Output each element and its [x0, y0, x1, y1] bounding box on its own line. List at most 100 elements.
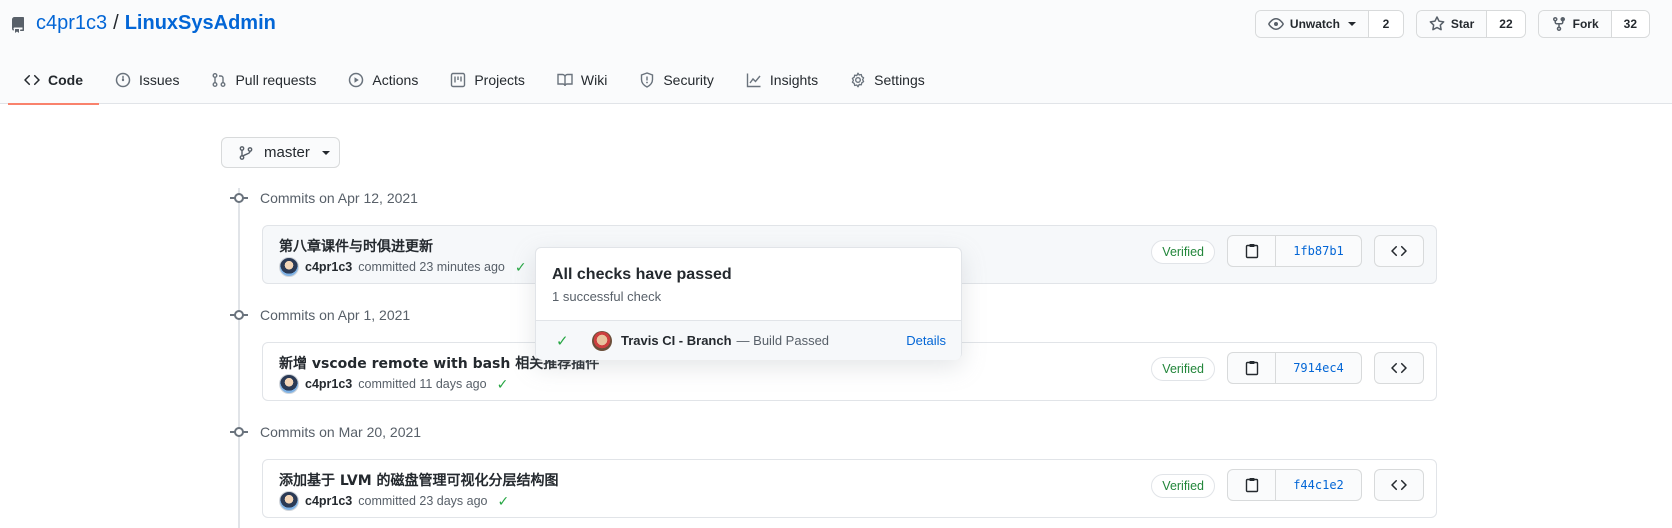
commit-row[interactable]: 添加基于 LVM 的磁盘管理可视化分层结构图 c4pr1c3 committed… [262, 459, 1437, 518]
branch-icon [239, 145, 253, 160]
pagehead-actions: Unwatch 2 Star 22 Fork 32 [1254, 10, 1650, 38]
graph-icon [746, 73, 761, 88]
repo-title: c4pr1c3 / LinuxSysAdmin [10, 12, 276, 35]
repo-header: c4pr1c3 / LinuxSysAdmin Unwatch 2 Star 2… [0, 0, 1672, 105]
commit-time: committed 11 days ago [358, 377, 487, 391]
commit-author-link[interactable]: c4pr1c3 [305, 377, 352, 391]
sha-group: f44c1e2 [1227, 469, 1362, 501]
check-name: Travis CI - Branch [621, 333, 732, 348]
check-status: — Build Passed [736, 333, 830, 348]
watch-count[interactable]: 2 [1368, 11, 1403, 37]
chevron-down-icon [321, 150, 330, 155]
commit-author-link[interactable]: c4pr1c3 [305, 494, 352, 508]
tab-projects[interactable]: Projects [434, 56, 541, 104]
commit-group-date: Commits on Apr 12, 2021 [260, 190, 418, 206]
fork-button[interactable]: Fork [1538, 11, 1612, 37]
fork-group: Fork 32 [1537, 10, 1650, 38]
star-button[interactable]: Star [1416, 11, 1488, 37]
commit-meta: c4pr1c3 committed 11 days ago ✓ [279, 374, 508, 394]
fork-label: Fork [1572, 17, 1599, 31]
tab-wiki[interactable]: Wiki [541, 56, 623, 104]
repo-separator: / [113, 12, 119, 34]
gear-icon [851, 72, 865, 88]
commit-icon [230, 190, 248, 206]
check-icon[interactable]: ✓ [497, 376, 509, 393]
copy-sha-button[interactable] [1228, 470, 1276, 500]
branch-select-button[interactable]: master [221, 137, 340, 168]
browse-repo-button[interactable] [1374, 235, 1424, 267]
watch-group: Unwatch 2 [1254, 10, 1404, 38]
tab-insights[interactable]: Insights [730, 56, 834, 104]
tab-issues[interactable]: Issues [99, 56, 195, 104]
copy-sha-button[interactable] [1228, 236, 1276, 266]
code-icon [1391, 479, 1407, 491]
browse-repo-button[interactable] [1374, 469, 1424, 501]
commit-group-date: Commits on Apr 1, 2021 [260, 307, 411, 323]
check-details-link[interactable]: Details [906, 333, 946, 348]
commit-sha-link[interactable]: f44c1e2 [1276, 470, 1361, 500]
check-icon[interactable]: ✓ [498, 493, 510, 510]
check-icon: ✓ [556, 332, 569, 350]
tab-issues-label: Issues [139, 72, 180, 88]
avatar[interactable] [279, 491, 299, 511]
star-icon [1429, 16, 1445, 31]
tab-settings[interactable]: Settings [834, 56, 941, 104]
shield-icon [641, 72, 654, 88]
tab-code[interactable]: Code [8, 56, 99, 105]
verified-badge[interactable]: Verified [1151, 474, 1215, 498]
commit-author-link[interactable]: c4pr1c3 [305, 260, 352, 274]
play-icon [349, 72, 364, 88]
tab-security-label: Security [663, 72, 714, 88]
tab-actions-label: Actions [372, 72, 419, 88]
star-count[interactable]: 22 [1487, 11, 1525, 37]
code-icon [1391, 245, 1407, 257]
tab-security[interactable]: Security [623, 56, 730, 104]
browse-repo-button[interactable] [1374, 352, 1424, 384]
check-icon[interactable]: ✓ [515, 259, 527, 276]
verified-badge[interactable]: Verified [1151, 357, 1215, 381]
commit-meta: c4pr1c3 committed 23 days ago ✓ [279, 491, 509, 511]
tab-pull-requests-label: Pull requests [235, 72, 317, 88]
commit-group-heading: Commits on Apr 12, 2021 [230, 190, 418, 206]
browse-wrap [1374, 460, 1424, 519]
issue-icon [115, 72, 131, 88]
tab-wiki-label: Wiki [580, 72, 608, 88]
tab-actions[interactable]: Actions [332, 56, 434, 104]
verified-badge[interactable]: Verified [1151, 240, 1215, 264]
commit-title-link[interactable]: 添加基于 LVM 的磁盘管理可视化分层结构图 [279, 470, 559, 490]
repo-name-link[interactable]: LinuxSysAdmin [125, 12, 276, 35]
avatar[interactable] [279, 257, 299, 277]
commit-icon [230, 424, 248, 440]
commit-time: committed 23 days ago [358, 494, 488, 508]
sha-group: 7914ec4 [1227, 352, 1362, 384]
tab-pull-requests[interactable]: Pull requests [195, 56, 332, 104]
avatar[interactable] [279, 374, 299, 394]
unwatch-label: Unwatch [1289, 17, 1340, 31]
commit-sha-link[interactable]: 7914ec4 [1276, 353, 1361, 383]
tab-settings-label: Settings [874, 72, 925, 88]
code-icon [24, 74, 40, 86]
commit-group-date: Commits on Mar 20, 2021 [260, 424, 422, 440]
commit-title-link[interactable]: 第八章课件与时俱进更新 [279, 236, 433, 256]
commit-group-heading: Commits on Apr 1, 2021 [230, 307, 410, 323]
tab-code-label: Code [48, 72, 83, 88]
repo-icon [11, 16, 24, 33]
unwatch-button[interactable]: Unwatch [1255, 11, 1369, 37]
tab-insights-label: Insights [769, 72, 819, 88]
tab-projects-label: Projects [474, 72, 525, 88]
project-icon [451, 72, 466, 88]
check-run-row: ✓ Travis CI - Branch — Build Passed Deta… [536, 320, 961, 360]
chevron-down-icon [1347, 22, 1356, 26]
commit-icon [230, 307, 248, 323]
copy-sha-button[interactable] [1228, 353, 1276, 383]
popover-subtitle: 1 successful check [552, 289, 662, 304]
commit-meta: c4pr1c3 committed 23 minutes ago ✓ [279, 257, 527, 277]
commit-timeline [238, 188, 240, 528]
repo-owner-link[interactable]: c4pr1c3 [36, 12, 107, 35]
commit-sha-link[interactable]: 1fb87b1 [1276, 236, 1361, 266]
branch-name: master [264, 144, 310, 161]
code-icon [1391, 362, 1407, 374]
pull-request-icon [212, 73, 226, 87]
clipboard-icon [1245, 478, 1258, 493]
fork-count[interactable]: 32 [1611, 11, 1649, 37]
